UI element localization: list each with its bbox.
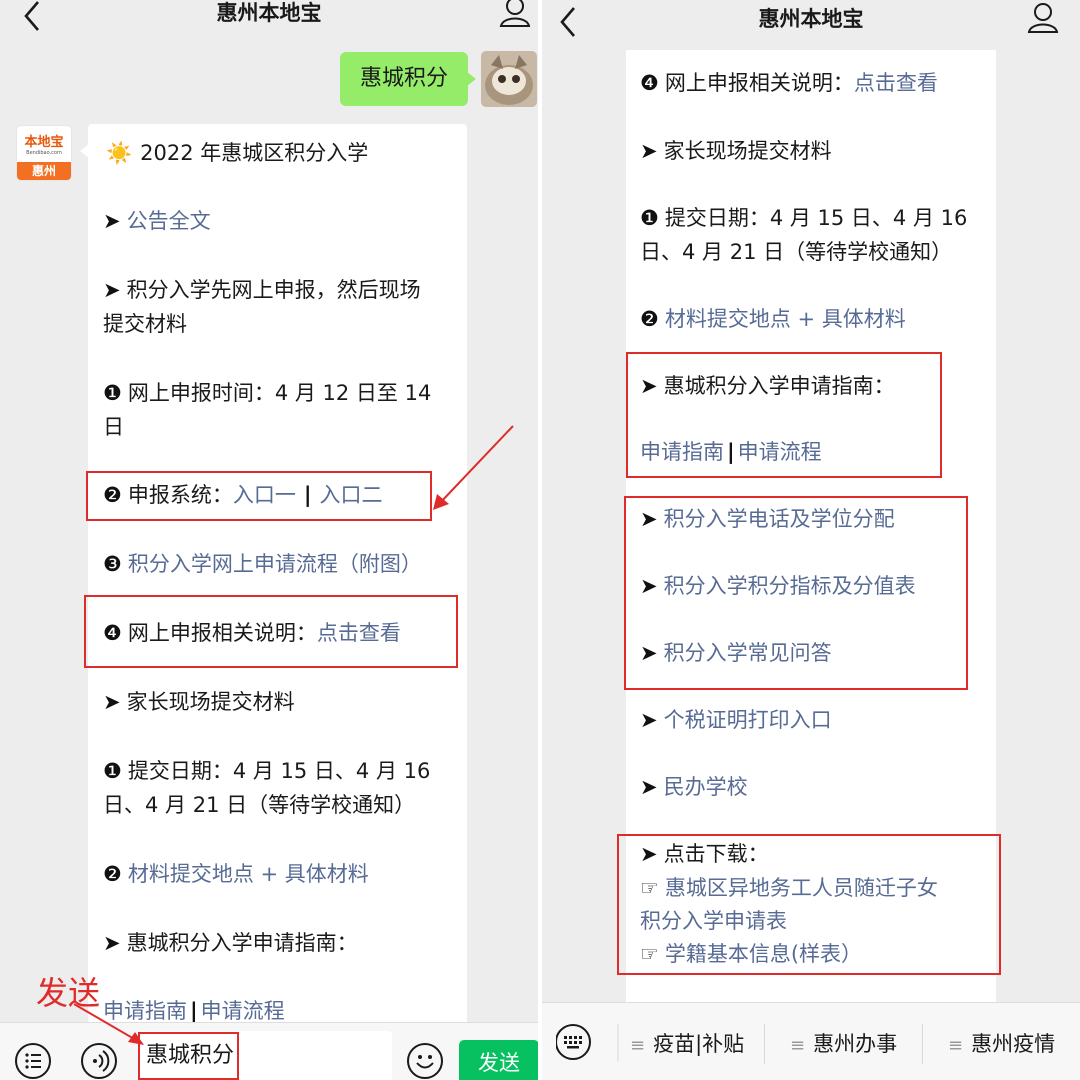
emoji-icon[interactable] xyxy=(407,1043,443,1079)
online-process-link[interactable]: 积分入学网上申请流程（附图） xyxy=(128,552,422,576)
number-1-icon: ❶ xyxy=(103,759,122,783)
materials-location-link[interactable]: 材料提交地点 + 具体材料 xyxy=(665,307,906,331)
highlight-box-entry xyxy=(86,471,432,521)
logo-city-text: 惠州 xyxy=(17,162,71,180)
list-text: 提交日期：4 月 15 日、4 月 16 xyxy=(127,759,431,783)
view-details-link[interactable]: 点击查看 xyxy=(854,71,938,95)
send-button[interactable]: 发送 xyxy=(459,1040,538,1080)
list-text: 家长现场提交材料 xyxy=(126,690,295,714)
profile-icon[interactable] xyxy=(498,0,532,28)
list-item: ❶ 网上申报时间：4 月 12 日至 14 xyxy=(103,377,431,410)
highlight-box-links xyxy=(624,496,968,690)
list-text: 积分入学先网上申报，然后现场 xyxy=(126,278,421,302)
materials-location-link[interactable]: 材料提交地点 + 具体材料 xyxy=(128,862,369,886)
hamburger-icon: ≡ xyxy=(790,1035,806,1056)
number-2-icon: ❷ xyxy=(640,307,659,331)
reply-card: ☀️ 2022 年惠城区积分入学 ➤ 公告全文 ➤ 积分入学先网上申报，然后现场 提交… xyxy=(80,124,467,1054)
menu-list-icon[interactable] xyxy=(15,1043,51,1079)
list-text-cont: 日、4 月 21 日（等待学校通知） xyxy=(103,793,416,817)
number-3-icon: ❸ xyxy=(103,552,122,576)
hamburger-icon: ≡ xyxy=(630,1035,646,1056)
top-bar: 惠州本地宝 xyxy=(0,0,538,44)
top-bar: 惠州本地宝 xyxy=(542,0,1080,44)
arrow-icon: ➤ xyxy=(640,775,658,799)
user-avatar[interactable] xyxy=(481,51,537,107)
list-text: 网上申报时间：4 月 12 日至 14 xyxy=(127,381,432,405)
annotation-arrow xyxy=(433,425,514,510)
list-text: 网上申报相关说明： xyxy=(664,71,854,95)
annotation-arrow xyxy=(73,1003,144,1045)
list-item: ❹ 网上申报相关说明：点击查看 xyxy=(640,67,938,100)
menu-divider xyxy=(764,1024,765,1064)
chat-title: 惠州本地宝 xyxy=(216,1,322,25)
list-item: ➤ 积分入学先网上申报，然后现场 xyxy=(103,274,421,307)
highlight-box-instructions xyxy=(84,595,458,668)
arrow-icon: ➤ xyxy=(103,690,121,714)
heading-text: 2022 年惠城区积分入学 xyxy=(140,141,369,165)
menu-label: 疫苗|补贴 xyxy=(653,1032,745,1056)
process-link[interactable]: 申请流程 xyxy=(201,999,285,1023)
card-heading: ☀️ 2022 年惠城区积分入学 xyxy=(106,137,368,170)
list-item: ❶ 提交日期：4 月 15 日、4 月 16 xyxy=(103,755,430,788)
menu-divider xyxy=(922,1024,923,1064)
list-item: ❷ 材料提交地点 + 具体材料 xyxy=(103,858,369,891)
arrow-icon: ➤ xyxy=(640,139,658,163)
private-schools-link[interactable]: 民办学校 xyxy=(664,775,748,799)
logo-brand-text: 本地宝 xyxy=(24,135,64,150)
list-text: 提交日期：4 月 15 日、4 月 16 xyxy=(664,206,968,230)
hamburger-icon: ≡ xyxy=(948,1035,964,1056)
announcement-link[interactable]: 公告全文 xyxy=(127,209,211,233)
sent-message-bubble[interactable]: 惠城积分 xyxy=(340,52,476,106)
arrow-icon: ➤ xyxy=(103,931,121,955)
list-text-cont: 日 xyxy=(103,415,124,439)
keyboard-icon[interactable] xyxy=(555,1004,622,1080)
list-text-cont: 提交材料 xyxy=(103,312,187,336)
bot-avatar[interactable]: 本地宝 Bendibao.com 惠州 xyxy=(16,125,72,181)
list-item: ➤ 家长现场提交材料 xyxy=(640,135,832,168)
chat-title: 惠州本地宝 xyxy=(758,7,864,31)
highlight-box-input xyxy=(138,1032,239,1080)
highlight-box-download xyxy=(617,834,1001,975)
separator: | xyxy=(190,999,198,1023)
number-2-icon: ❷ xyxy=(103,862,122,886)
arrow-icon: ➤ xyxy=(103,209,121,233)
right-chat-panel: 惠州本地宝 ❹ 网上申报相关说明：点击查看 ➤ 家长现场提交材料 ❶ 提交日期：4 月… xyxy=(542,0,1080,1080)
list-item: ➤ 惠城积分入学申请指南： xyxy=(103,927,358,960)
number-1-icon: ❶ xyxy=(103,381,122,405)
profile-icon[interactable] xyxy=(1026,2,1060,34)
list-item: ➤ 个税证明打印入口 xyxy=(640,704,832,737)
menu-label: 惠州疫情 xyxy=(971,1032,1056,1056)
arrow-icon: ➤ xyxy=(103,278,121,302)
menu-item-services[interactable]: ≡ 惠州办事 xyxy=(790,1012,897,1076)
list-item: ❸ 积分入学网上申请流程（附图） xyxy=(103,548,422,581)
list-text: 家长现场提交材料 xyxy=(663,139,832,163)
logo-url-text: Bendibao.com xyxy=(26,150,62,156)
sun-icon: ☀️ xyxy=(106,141,133,165)
list-item: ➤ 公告全文 xyxy=(103,205,211,238)
number-1-icon: ❶ xyxy=(640,206,659,230)
highlight-box-guide xyxy=(626,352,942,478)
list-text: 惠城积分入学申请指南： xyxy=(126,931,358,955)
menu-label: 惠州办事 xyxy=(813,1032,898,1056)
list-text-cont: 日、4 月 21 日（等待学校通知） xyxy=(640,240,953,264)
left-chat-panel: 惠州本地宝 惠城积分 本地宝 Bendibao.com 惠州 ☀️ 2022 年惠… xyxy=(0,0,538,1080)
number-4-icon: ❹ xyxy=(640,71,659,95)
menu-item-vaccine[interactable]: ≡ 疫苗|补贴 xyxy=(630,1012,744,1076)
list-item: ❷ 材料提交地点 + 具体材料 xyxy=(640,303,906,336)
menu-item-epidemic[interactable]: ≡ 惠州疫情 xyxy=(948,1012,1055,1076)
list-item: ❶ 提交日期：4 月 15 日、4 月 16 xyxy=(640,202,967,235)
list-item: ➤ 民办学校 xyxy=(640,771,748,804)
tax-certificate-link[interactable]: 个税证明打印入口 xyxy=(664,708,832,732)
arrow-icon: ➤ xyxy=(640,708,658,732)
list-item: ➤ 家长现场提交材料 xyxy=(103,686,295,719)
